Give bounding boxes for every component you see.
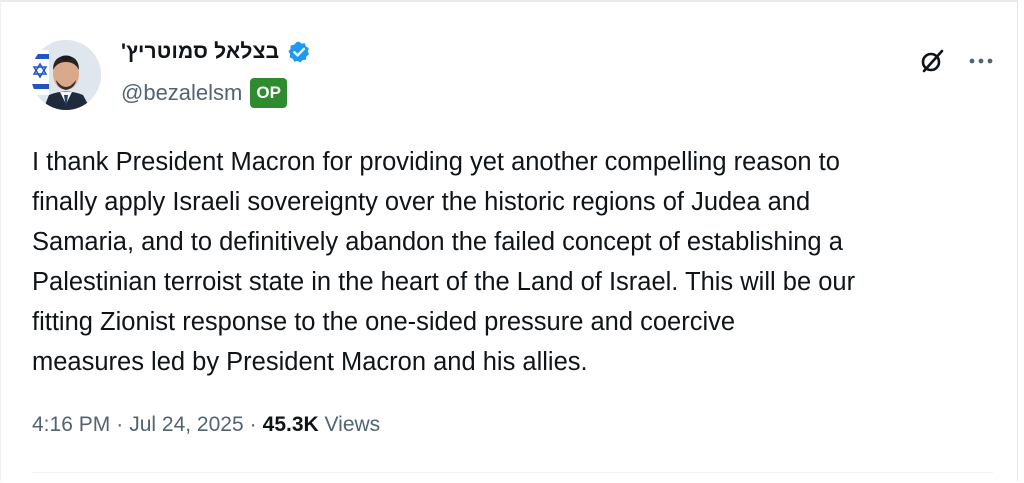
- grok-icon[interactable]: [917, 46, 947, 76]
- tweet-text: I thank President Macron for providing y…: [32, 148, 856, 376]
- tweet-date[interactable]: Jul 24, 2025: [129, 413, 243, 437]
- author-handle[interactable]: @bezalelsm: [121, 80, 242, 106]
- tweet-top-actions: [917, 46, 993, 76]
- tweet-meta: 4:16 PM · Jul 24, 2025 · 45.3K Views: [32, 413, 380, 437]
- avatar-image: [31, 40, 101, 110]
- author-handle-row: @bezalelsm OP: [121, 78, 287, 108]
- divider: [32, 472, 993, 473]
- verified-badge-icon: [287, 40, 311, 64]
- views-count: 45.3K: [262, 413, 319, 436]
- more-options-icon[interactable]: [969, 56, 993, 66]
- meta-separator: ·: [116, 413, 124, 436]
- tweet-time[interactable]: 4:16 PM: [32, 413, 110, 437]
- op-badge: OP: [250, 78, 287, 108]
- author-name-row: בצלאל סמוטריץ': [121, 40, 311, 64]
- meta-separator: ·: [249, 413, 257, 436]
- author-display-name[interactable]: בצלאל סמוטריץ': [121, 40, 279, 64]
- tweet-card: בצלאל סמוטריץ' @bezalelsm OP I thank Pre…: [0, 0, 1018, 481]
- views-label: Views: [324, 413, 381, 436]
- avatar[interactable]: [31, 40, 101, 110]
